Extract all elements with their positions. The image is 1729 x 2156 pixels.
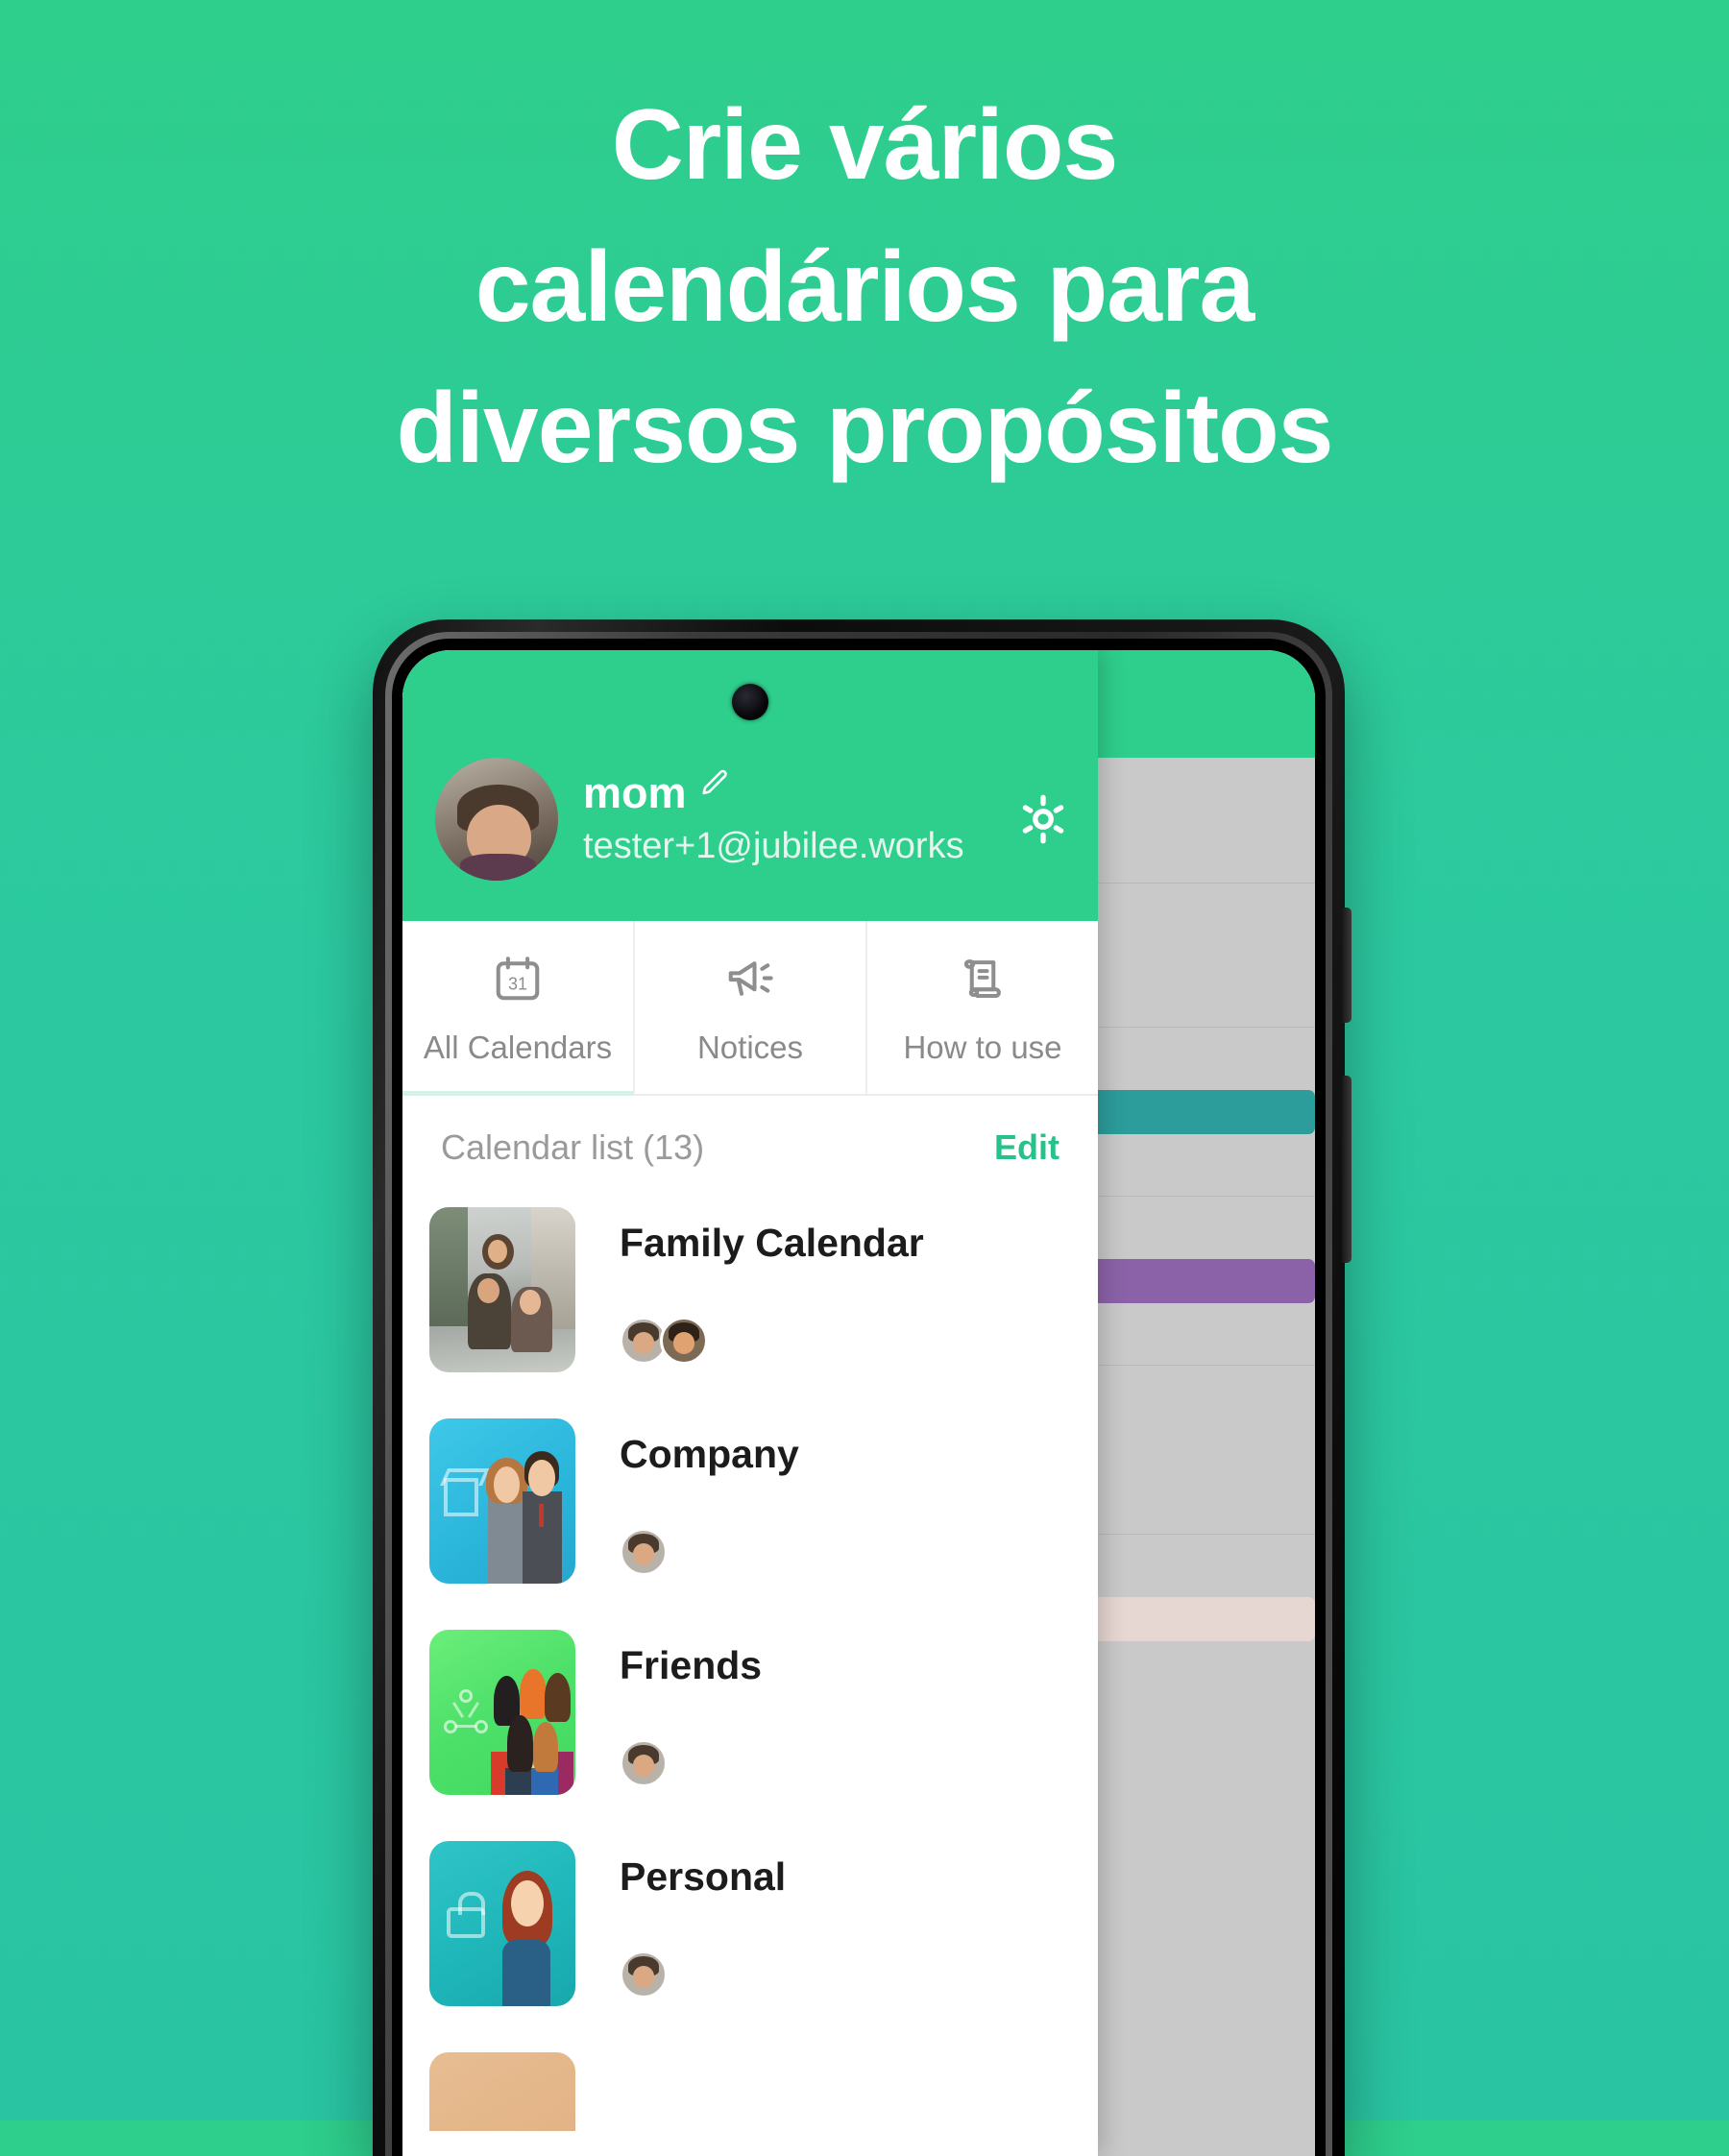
calendar-thumbnail — [429, 1630, 575, 1795]
tab-label: All Calendars — [423, 1030, 613, 1065]
calendar-thumbnail — [429, 1841, 575, 2006]
calendar-31-icon: 31 — [492, 949, 544, 1008]
network-icon — [444, 1688, 489, 1733]
avatar[interactable] — [620, 1739, 668, 1787]
tab-label: Notices — [696, 1030, 804, 1065]
member-avatars[interactable] — [620, 1950, 1069, 1999]
tab-label: How to use — [903, 1030, 1062, 1065]
scroll-document-icon — [957, 949, 1009, 1008]
avatar[interactable] — [620, 1528, 668, 1576]
profile-header: mom tester+1@jubilee.works — [402, 650, 1098, 921]
megaphone-icon — [724, 949, 776, 1008]
drawer-tabs: 31 All Calendars Notices How to use — [402, 921, 1098, 1096]
list-item[interactable]: Family Calendar — [402, 1199, 1098, 1411]
calendar-list-title: Calendar list (13) — [441, 1127, 705, 1167]
member-avatars[interactable] — [620, 1317, 1069, 1365]
page-headline: Crie vários calendários para diversos pr… — [0, 75, 1729, 500]
tab-how-to-use[interactable]: How to use — [867, 921, 1098, 1094]
calendar-list-header: Calendar list (13) Edit — [402, 1096, 1098, 1199]
phone-side-button-bottom[interactable] — [1342, 1076, 1352, 1263]
headline-line-2: calendários para — [475, 230, 1255, 343]
calendar-name: Company — [620, 1432, 799, 1476]
calendar-thumbnail — [429, 1418, 575, 1584]
list-item[interactable]: Personal — [402, 1833, 1098, 2045]
list-item[interactable]: Friends — [402, 1622, 1098, 1833]
profile-email: tester+1@jubilee.works — [583, 826, 964, 866]
svg-text:31: 31 — [508, 974, 527, 993]
avatar[interactable] — [660, 1317, 708, 1365]
list-item[interactable] — [402, 2045, 1098, 2131]
profile-name: mom — [583, 768, 687, 817]
calendar-name: Family Calendar — [620, 1221, 924, 1265]
calendar-name: Personal — [620, 1854, 787, 1899]
calendar-drawer: mom tester+1@jubilee.works 31 All Calend… — [402, 650, 1098, 2156]
member-avatars[interactable] — [620, 1528, 1069, 1576]
tab-all-calendars[interactable]: 31 All Calendars — [402, 921, 635, 1096]
phone-screen: Sat 1 8 Business tri 15 Book return 22 2… — [402, 650, 1315, 2156]
avatar[interactable] — [435, 758, 558, 881]
headline-line-3: diversos propósitos — [396, 373, 1334, 485]
calendar-list[interactable]: Family Calendar Company Friends Personal — [402, 1199, 1098, 2156]
calendar-name: Friends — [620, 1643, 763, 1687]
pencil-icon[interactable] — [698, 767, 731, 800]
camera-punch-hole — [732, 684, 768, 720]
headline-line-1: Crie vários — [611, 89, 1119, 201]
list-item[interactable]: Company — [402, 1411, 1098, 1622]
gear-icon[interactable] — [1015, 791, 1071, 847]
calendar-thumbnail — [429, 1207, 575, 1372]
tab-notices[interactable]: Notices — [635, 921, 867, 1094]
lock-icon — [447, 1891, 486, 1938]
member-avatars[interactable] — [620, 1739, 1069, 1787]
edit-button[interactable]: Edit — [994, 1127, 1059, 1168]
phone-side-button-top[interactable] — [1342, 908, 1352, 1023]
avatar[interactable] — [620, 1950, 668, 1999]
calendar-thumbnail — [429, 2052, 575, 2131]
phone-mockup: Sat 1 8 Business tri 15 Book return 22 2… — [373, 619, 1352, 2156]
